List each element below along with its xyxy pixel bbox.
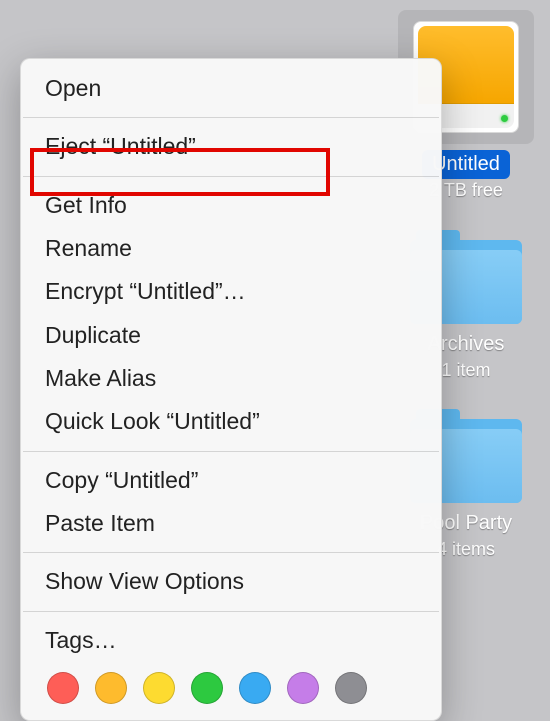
- menu-tags[interactable]: Tags…: [21, 619, 441, 662]
- menu-copy[interactable]: Copy “Untitled”: [21, 459, 441, 502]
- menu-separator: [23, 117, 439, 118]
- menu-show-view-options[interactable]: Show View Options: [21, 560, 441, 603]
- menu-separator: [23, 611, 439, 612]
- menu-paste-item[interactable]: Paste Item: [21, 502, 441, 545]
- menu-duplicate[interactable]: Duplicate: [21, 314, 441, 357]
- menu-open[interactable]: Open: [21, 67, 441, 110]
- menu-separator: [23, 451, 439, 452]
- menu-encrypt[interactable]: Encrypt “Untitled”…: [21, 270, 441, 313]
- menu-eject[interactable]: Eject “Untitled”: [21, 125, 441, 168]
- menu-rename[interactable]: Rename: [21, 227, 441, 270]
- context-menu: Open Eject “Untitled” Get Info Rename En…: [20, 58, 442, 721]
- menu-get-info[interactable]: Get Info: [21, 184, 441, 227]
- tags-row: [21, 662, 441, 708]
- menu-separator: [23, 176, 439, 177]
- menu-separator: [23, 552, 439, 553]
- menu-quick-look[interactable]: Quick Look “Untitled”: [21, 400, 441, 443]
- menu-make-alias[interactable]: Make Alias: [21, 357, 441, 400]
